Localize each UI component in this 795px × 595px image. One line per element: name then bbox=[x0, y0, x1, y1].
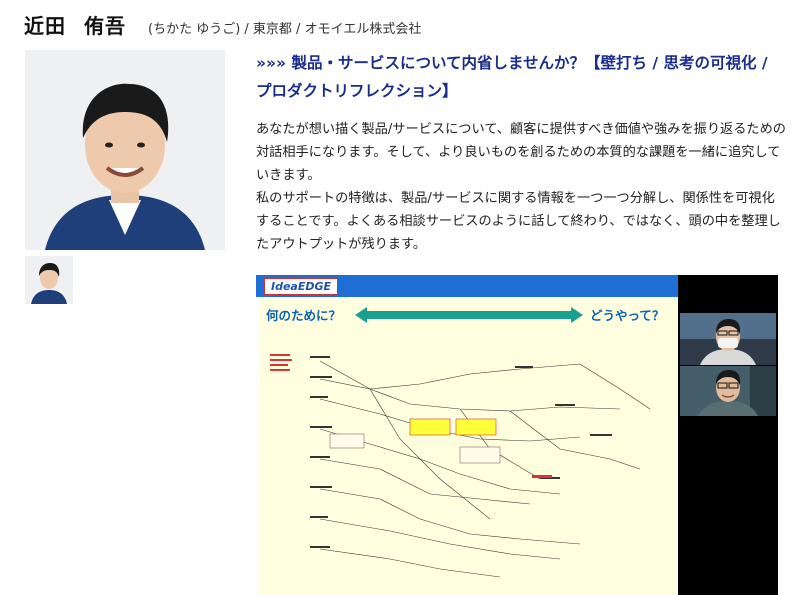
participant-video-2 bbox=[680, 366, 776, 416]
headline[interactable]: »»» 製品・サービスについて内省しませんか？【壁打ち / 思考の可視化 / プ… bbox=[256, 49, 786, 105]
profile-header: 近田 侑吾 (ちかた ゆうご) / 東京都 / オモイエル株式会社 bbox=[24, 10, 421, 39]
profile-photo[interactable] bbox=[25, 50, 225, 250]
participant-glasses-icon bbox=[680, 366, 776, 416]
profile-meta: (ちかた ゆうご) / 東京都 / オモイエル株式会社 bbox=[148, 22, 422, 37]
question-left: 何のために？ bbox=[266, 308, 342, 323]
slide-title-bar: IdeaEDGE bbox=[256, 275, 678, 297]
name-given: 侑吾 bbox=[84, 14, 126, 38]
online-meeting-screenshot: IdeaEDGE 何のために？ どうやって？ bbox=[256, 275, 778, 595]
chevron-right-icon: »»» bbox=[256, 54, 287, 72]
mind-map-diagram bbox=[270, 354, 651, 578]
description: あなたが想い描く製品/サービスについて、顧客に提供すべき価値や強みを振り返るため… bbox=[256, 118, 786, 256]
ideaedge-logo: IdeaEDGE bbox=[264, 278, 339, 295]
description-paragraph-1: あなたが想い描く製品/サービスについて、顧客に提供すべき価値や強みを振り返るため… bbox=[256, 122, 786, 183]
shared-slide: IdeaEDGE 何のために？ どうやって？ bbox=[256, 275, 678, 595]
participant-masked-icon bbox=[680, 313, 776, 365]
double-arrow-icon bbox=[355, 307, 583, 323]
name-family: 近田 bbox=[24, 14, 66, 38]
headline-text: 製品・サービスについて内省しませんか？【壁打ち / 思考の可視化 / プロダクト… bbox=[256, 54, 768, 100]
question-right: どうやって？ bbox=[590, 308, 665, 323]
profile-name: 近田 侑吾 bbox=[24, 10, 126, 39]
participant-video-1 bbox=[680, 313, 776, 365]
person-thumbnail-icon bbox=[25, 256, 73, 304]
profile-photo-thumbnail[interactable] bbox=[25, 256, 73, 304]
person-portrait-icon bbox=[25, 50, 225, 250]
description-paragraph-2: 私のサポートの特徴は、製品/サービスに関する情報を一つ一つ分解し、関係性を可視化… bbox=[256, 191, 781, 252]
slide-canvas: 何のために？ どうやって？ bbox=[260, 299, 678, 595]
